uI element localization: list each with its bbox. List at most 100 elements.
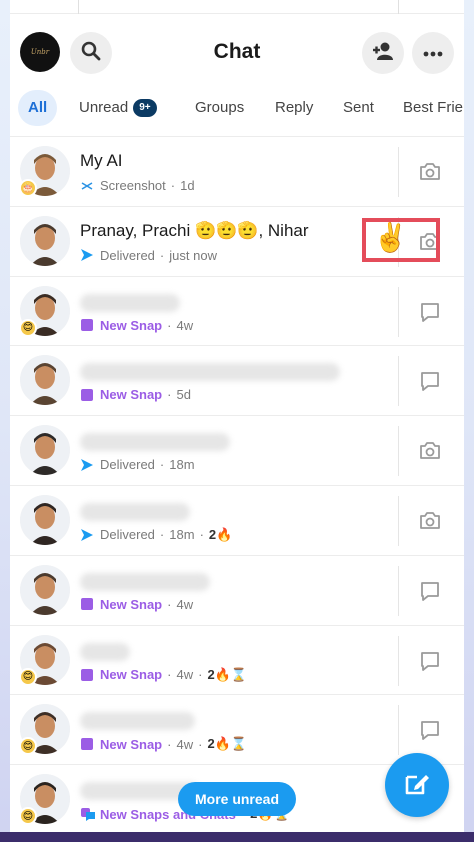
status-text: Delivered: [100, 527, 155, 543]
tab-reply[interactable]: Reply: [275, 90, 313, 126]
chat-row[interactable]: 😊 New Snap · 4w: [10, 277, 464, 347]
streak-count: 2🔥⌛: [207, 736, 248, 752]
separator-dot: ·: [167, 317, 172, 333]
new-snap-icon: [80, 318, 94, 332]
new-chat-icon: [403, 769, 431, 802]
tab-label: Sent: [343, 99, 374, 116]
new-snap-icon: [80, 737, 94, 751]
bitmoji-avatar[interactable]: [20, 494, 70, 545]
chat-status: New Snap · 4w: [80, 318, 193, 333]
status-text: New Snap: [100, 387, 163, 403]
chat-row[interactable]: Pranay, Prachi 🫡🫡🫡, Nihar Delivered · just …: [10, 207, 464, 277]
row-divider: [398, 565, 399, 616]
blurred-name: [80, 642, 130, 661]
chat-name: Pranay, Prachi 🫡🫡🫡, Nihar: [80, 220, 309, 240]
chat-icon[interactable]: [418, 579, 442, 603]
app-frame: Unbr Chat All Unread 9+ Groups Reply Sent…: [10, 0, 464, 842]
bitmoji-avatar[interactable]: [20, 355, 70, 406]
timestamp: 18m: [169, 527, 195, 543]
add-friend-icon: [371, 41, 395, 66]
timestamp: 4w: [176, 667, 194, 683]
chat-row[interactable]: New Snap · 5d: [10, 346, 464, 417]
status-text: New Snap: [100, 736, 163, 752]
timestamp: 4w: [176, 736, 194, 752]
new-chat-button[interactable]: [385, 753, 449, 817]
new-snap-icon: [80, 597, 94, 611]
tab-best-friends[interactable]: Best Frie: [403, 90, 463, 126]
status-text: Screenshot: [100, 178, 166, 193]
blurred-name: [80, 712, 195, 731]
status-text: New Snap: [100, 317, 163, 333]
tab-label: Reply: [275, 99, 314, 116]
row-divider: [398, 495, 399, 546]
blurred-name: [80, 433, 230, 452]
separator-dot: ·: [199, 527, 204, 543]
chat-status: Delivered · 18m: [80, 457, 195, 472]
blurred-name: [80, 293, 180, 312]
chat-row[interactable]: 😊 New Snap · 4w · 2🔥⌛: [10, 626, 464, 696]
separator-dot: ·: [170, 178, 176, 193]
friend-emoji-badge: 😊: [19, 807, 37, 826]
bitmoji-avatar[interactable]: [20, 425, 70, 476]
streak-count: 2🔥⌛: [207, 666, 248, 682]
previous-row-edge: [10, 0, 464, 14]
tab-label: Unread: [79, 99, 129, 116]
timestamp: 5d: [176, 387, 191, 403]
chat-row[interactable]: 😊 New Snap · 4w · 2🔥⌛: [10, 695, 464, 766]
chat-row[interactable]: Delivered · 18m · 2🔥: [10, 486, 464, 556]
chat-icon[interactable]: [418, 718, 442, 742]
screenshot-icon: [80, 179, 94, 193]
chat-list: 🎂 My AI Screenshot · 1d Pranay, Prachi 🫡🫡🫡, N…: [10, 136, 464, 835]
timestamp: 18m: [169, 457, 195, 473]
chat-icon[interactable]: [418, 649, 442, 673]
streak-count: 2🔥: [208, 526, 233, 542]
more-icon: [423, 44, 443, 62]
tab-groups[interactable]: Groups: [195, 90, 244, 126]
chat-row[interactable]: New Snap · 4w: [10, 556, 464, 626]
tab-sent[interactable]: Sent: [343, 90, 374, 126]
chat-name: My AI: [80, 151, 123, 170]
chat-status: Delivered · just now: [80, 248, 217, 263]
chat-status: New Snap · 4w · 2🔥⌛: [80, 667, 247, 683]
add-friend-button[interactable]: [362, 32, 404, 74]
row-divider: [398, 705, 399, 756]
row-divider: [398, 356, 399, 407]
filter-tabs: All Unread 9+ Groups Reply Sent Best Frie: [10, 88, 464, 128]
blurred-name: [80, 502, 190, 521]
chat-status: New Snap · 4w: [80, 597, 193, 612]
tab-label: Best Frie: [403, 99, 464, 116]
separator-dot: ·: [167, 596, 172, 612]
row-divider: [398, 286, 399, 337]
chat-icon[interactable]: [418, 369, 442, 393]
chat-row[interactable]: 🎂 My AI Screenshot · 1d: [10, 137, 464, 207]
bitmoji-avatar[interactable]: [20, 564, 70, 615]
tab-all[interactable]: All: [18, 90, 58, 126]
camera-icon[interactable]: [418, 509, 442, 533]
friend-emoji-badge: 😊: [19, 318, 37, 337]
row-divider: [398, 635, 399, 686]
friend-emoji-badge: 😊: [19, 667, 37, 686]
timestamp: 1d: [180, 178, 195, 193]
camera-icon[interactable]: [418, 439, 442, 463]
sent-arrow-icon: [80, 528, 94, 542]
separator-dot: ·: [159, 247, 165, 263]
timestamp: 4w: [176, 317, 194, 333]
chat-icon[interactable]: [418, 300, 442, 324]
more-button[interactable]: [412, 32, 454, 74]
status-text: New Snap: [100, 667, 163, 683]
sent-arrow-icon: [80, 248, 94, 262]
row-divider: [398, 426, 399, 477]
header: Unbr Chat: [10, 20, 464, 84]
blurred-name: [80, 363, 340, 382]
camera-icon[interactable]: [418, 160, 442, 184]
separator-dot: ·: [167, 387, 172, 403]
chat-status: Screenshot · 1d: [80, 178, 195, 193]
tab-label: All: [28, 99, 48, 116]
tab-unread[interactable]: Unread 9+: [79, 90, 157, 126]
chat-row[interactable]: Delivered · 18m: [10, 416, 464, 486]
status-text: Delivered: [100, 247, 155, 263]
group-avatar[interactable]: [20, 215, 70, 266]
more-unread-button[interactable]: More unread: [178, 782, 296, 816]
row-divider: [398, 147, 399, 197]
friend-emoji-badge: 😊: [19, 737, 37, 756]
